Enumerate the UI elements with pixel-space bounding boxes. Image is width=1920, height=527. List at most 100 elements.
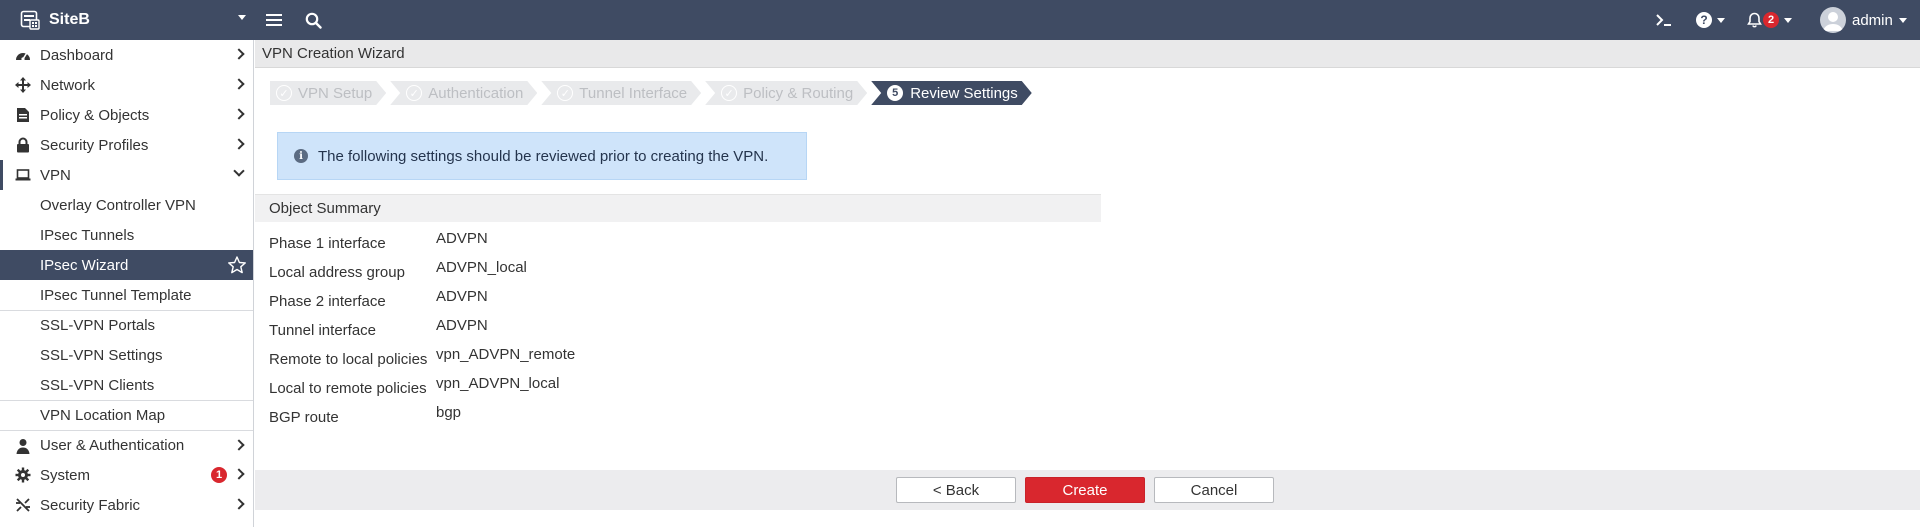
wizard-step-policy-routing: ✓ Policy & Routing [705,81,867,105]
summary-value: ADVPN_local [436,259,527,276]
sidebar-item-user-authentication[interactable]: User & Authentication [0,430,253,460]
chevron-right-icon [233,468,245,480]
wizard-step-label: Tunnel Interface [579,84,688,102]
search-icon[interactable] [303,10,323,30]
sidebar-subitem-ssl-vpn-portals[interactable]: SSL-VPN Portals [0,310,253,340]
summary-key: Tunnel interface [269,322,377,339]
sidebar-subitem-overlay-controller-vpn[interactable]: Overlay Controller VPN [0,190,253,220]
sidebar-item-network[interactable]: Network [0,70,253,100]
info-icon: i [294,149,308,163]
sidebar-subitem-label: IPsec Wizard [40,256,129,274]
back-button[interactable]: < Back [896,477,1016,503]
summary-row: Local to remote policies vpn_ADVPN_local [269,371,869,400]
dashboard-icon [15,47,31,63]
object-summary-header: Object Summary [255,194,1101,222]
chevron-down-icon [238,15,246,20]
summary-row: Phase 1 interface ADVPN [269,226,869,255]
cli-console-icon[interactable] [1654,10,1674,30]
sidebar-item-policy-objects[interactable]: Policy & Objects [0,100,253,130]
system-badge: 1 [211,467,227,483]
laptop-icon [15,167,31,183]
chevron-right-icon [233,108,245,120]
summary-row: BGP route bgp [269,400,869,429]
summary-key: Local address group [269,264,405,281]
create-button[interactable]: Create [1025,477,1145,503]
network-icon [15,77,31,93]
user-menu[interactable]: admin [1820,6,1907,34]
summary-row: Tunnel interface ADVPN [269,313,869,342]
sidebar-item-label: User & Authentication [40,437,185,454]
chevron-down-icon [1898,17,1907,23]
check-icon: ✓ [276,85,292,101]
sidebar-item-security-fabric[interactable]: Security Fabric [0,490,253,520]
site-device-icon [20,10,40,30]
summary-row: Remote to local policies vpn_ADVPN_remot… [269,342,869,371]
wizard-step-label: VPN Setup [298,84,373,102]
chevron-down-icon [233,165,245,177]
wizard-footer: < Back Create Cancel [255,470,1920,510]
sidebar-item-dashboard[interactable]: Dashboard [0,40,253,70]
cancel-button[interactable]: Cancel [1154,477,1274,503]
main-content: VPN Creation Wizard ✓ VPN Setup ✓ Authen… [255,40,1920,527]
summary-value: ADVPN [436,288,488,305]
chevron-right-icon [233,439,245,451]
summary-key: Phase 1 interface [269,235,386,252]
wizard-step-label: Review Settings [910,84,1018,102]
bell-icon [1747,12,1762,28]
sidebar-subitem-ipsec-tunnels[interactable]: IPsec Tunnels [0,220,253,250]
notification-badge: 2 [1763,12,1779,28]
step-number-badge: 5 [887,85,903,101]
avatar [1820,7,1846,33]
lock-icon [15,137,31,153]
sidebar-subitem-ipsec-tunnel-template[interactable]: IPsec Tunnel Template [0,280,253,310]
chevron-down-icon [1717,17,1725,23]
wizard-step-vpn-setup: ✓ VPN Setup [270,81,386,105]
sidebar-item-vpn[interactable]: VPN [0,160,253,190]
chevron-right-icon [233,78,245,90]
top-bar: SiteB ? 2 admin [0,0,1920,40]
help-menu[interactable]: ? [1696,10,1732,30]
summary-value: bgp [436,404,462,421]
sidebar-subitem-ipsec-wizard[interactable]: IPsec Wizard [0,250,253,280]
sidebar: Dashboard Network Policy & Objects Secur… [0,40,254,527]
user-name: admin [1852,11,1893,29]
gear-icon [15,467,31,483]
check-icon: ✓ [557,85,573,101]
summary-row: Phase 2 interface ADVPN [269,284,869,313]
site-selector[interactable]: SiteB [0,0,254,40]
chevron-right-icon [233,48,245,60]
site-name: SiteB [49,11,90,28]
summary-row: Local address group ADVPN_local [269,255,869,284]
summary-key: BGP route [269,409,339,426]
summary-value: vpn_ADVPN_remote [436,346,576,363]
menu-icon[interactable] [264,10,284,30]
chevron-right-icon [233,498,245,510]
wizard-step-authentication: ✓ Authentication [390,81,537,105]
notifications-menu[interactable]: 2 [1747,10,1797,30]
sidebar-item-label: Network [40,76,96,94]
summary-key: Remote to local policies [269,351,428,368]
summary-value: ADVPN [436,317,488,334]
summary-value: ADVPN [436,230,488,247]
sidebar-item-label: Dashboard [40,46,114,64]
summary-key: Local to remote policies [269,380,427,397]
check-icon: ✓ [406,85,422,101]
sidebar-item-label: System [40,466,91,484]
wizard-steps: ✓ VPN Setup ✓ Authentication ✓ Tunnel In… [270,81,1036,105]
object-summary-table: Phase 1 interface ADVPN Local address gr… [269,226,869,429]
sidebar-item-security-profiles[interactable]: Security Profiles [0,130,253,160]
chevron-right-icon [233,138,245,150]
info-message-box: i The following settings should be revie… [277,132,807,180]
summary-value: vpn_ADVPN_local [436,375,560,392]
chevron-down-icon [1784,17,1792,23]
info-message-text: The following settings should be reviewe… [318,147,769,165]
sidebar-item-system[interactable]: System 1 [0,460,253,490]
sidebar-subitem-ssl-vpn-clients[interactable]: SSL-VPN Clients [0,370,253,400]
policy-icon [15,107,31,123]
sidebar-subitem-ssl-vpn-settings[interactable]: SSL-VPN Settings [0,340,253,370]
fabric-icon [15,497,31,513]
sidebar-item-label: VPN [40,166,71,184]
wizard-step-label: Authentication [428,84,524,102]
star-favorite-icon[interactable] [227,255,247,275]
sidebar-subitem-vpn-location-map[interactable]: VPN Location Map [0,400,253,430]
